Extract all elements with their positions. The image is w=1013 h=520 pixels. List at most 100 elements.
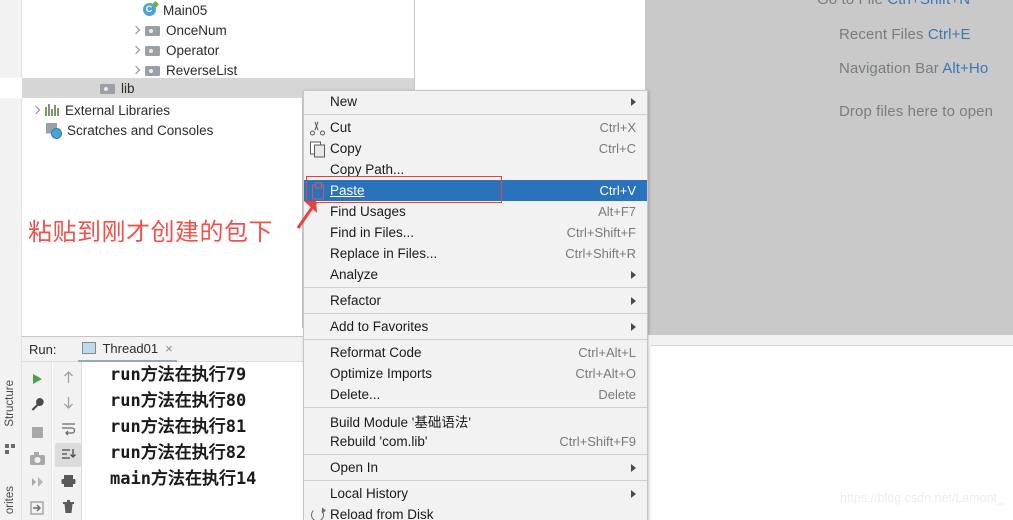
project-tree-top: C Main05 OnceNum Operator ReverseList <box>22 0 415 78</box>
menu-item-label: Refactor <box>330 293 382 308</box>
chevron-right-icon[interactable] <box>130 64 142 76</box>
chevron-right-icon[interactable] <box>130 24 142 36</box>
menu-item-label: Find in Files... <box>330 225 415 240</box>
camera-icon[interactable] <box>24 446 50 470</box>
menu-separator <box>304 480 647 481</box>
export-icon[interactable] <box>24 496 50 520</box>
menu-item-copy[interactable]: Copy Ctrl+C <box>304 138 647 159</box>
soft-wrap-icon[interactable] <box>55 417 81 441</box>
thread-dump-icon[interactable] <box>24 471 50 495</box>
menu-item-label: Build Module '基础语法' <box>330 414 471 430</box>
menu-item-cut[interactable]: Cut Ctrl+X <box>304 117 647 138</box>
print-icon[interactable] <box>55 469 81 493</box>
menu-item-paste[interactable]: Paste Ctrl+V <box>304 180 647 201</box>
menu-item-add-to-favorites[interactable]: Add to Favorites <box>304 316 647 337</box>
menu-item-label: New <box>330 94 358 109</box>
run-tool-window: Run: Thread01 × run方法在执行79 run方法在执行80 ru… <box>22 336 303 520</box>
menu-item-reload-from-disk[interactable]: Reload from Disk <box>304 504 647 520</box>
menu-item-label: Copy <box>330 141 362 156</box>
menu-item-label: Optimize Imports <box>330 366 433 381</box>
console-line: run方法在执行79 <box>110 365 247 385</box>
run-tab-thread01[interactable]: Thread01 × <box>78 337 177 362</box>
context-menu[interactable]: New Cut Ctrl+X Copy Ctrl+C Copy Path... … <box>303 90 648 520</box>
console-line: main方法在执行14 <box>110 469 257 489</box>
tree-item-main05[interactable]: C Main05 <box>142 0 207 20</box>
editor-hint-row-1: Navigation Bar Alt+Ho <box>839 60 988 77</box>
console-line: run方法在执行81 <box>110 417 247 437</box>
folder-icon <box>100 82 116 95</box>
run-right-toolbar <box>53 362 82 520</box>
menu-item-label: Analyze <box>330 267 379 282</box>
rerun-icon[interactable] <box>24 367 50 391</box>
tree-item-oncenum[interactable]: OnceNum <box>130 20 227 40</box>
menu-separator <box>304 454 647 455</box>
menu-item-refactor[interactable]: Refactor <box>304 290 647 311</box>
menu-item-find-in-files[interactable]: Find in Files... Ctrl+Shift+F <box>304 222 647 243</box>
tree-item-label: Operator <box>166 42 220 58</box>
menu-item-copy-path[interactable]: Copy Path... <box>304 159 647 180</box>
menu-item-shortcut: Ctrl+Shift+F9 <box>559 434 636 449</box>
chevron-right-icon <box>631 296 636 305</box>
watermark: https://blog.csdn.net/Lamont_ <box>840 491 1004 505</box>
tree-gutter-top <box>0 0 22 78</box>
menu-item-find-usages[interactable]: Find Usages Alt+F7 <box>304 201 647 222</box>
tree-item-label: Main05 <box>163 2 208 18</box>
menu-item-local-history[interactable]: Local History <box>304 483 647 504</box>
editor-hint-key: Ctrl+E <box>927 26 971 43</box>
menu-item-label: Delete... <box>330 387 381 402</box>
editor-hint-row-cut: Go to File Ctrl+Shift+N <box>817 0 970 8</box>
menu-item-replace-in-files[interactable]: Replace in Files... Ctrl+Shift+R <box>304 243 647 264</box>
menu-item-label: Rebuild 'com.lib' <box>330 434 428 449</box>
tree-item-operator[interactable]: Operator <box>130 40 219 60</box>
editor-hint-label: Recent Files <box>839 26 924 43</box>
favorites-tool-label[interactable]: orites <box>4 486 16 514</box>
menu-item-label: Cut <box>330 120 352 135</box>
tree-item-label: OnceNum <box>166 22 227 38</box>
run-config-icon <box>82 342 97 354</box>
settings-wrench-icon[interactable] <box>24 392 50 416</box>
menu-item-shortcut: Alt+F7 <box>598 204 636 219</box>
chevron-right-icon[interactable] <box>130 44 142 56</box>
arrow-down-icon[interactable] <box>55 390 81 414</box>
paste-icon <box>310 182 325 199</box>
menu-item-delete[interactable]: Delete... Delete <box>304 384 647 405</box>
folder-icon <box>145 24 161 37</box>
folder-icon <box>145 44 161 57</box>
editor-hint-row-0: Recent Files Ctrl+E <box>839 26 971 43</box>
stop-icon[interactable] <box>24 420 50 444</box>
menu-separator <box>304 114 647 115</box>
console-line: run方法在执行82 <box>110 443 247 463</box>
menu-item-label: Paste <box>330 183 365 198</box>
structure-tool-label[interactable]: Structure <box>4 380 16 427</box>
menu-item-reformat-code[interactable]: Reformat Code Ctrl+Alt+L <box>304 342 647 363</box>
menu-item-open-in[interactable]: Open In <box>304 457 647 478</box>
trash-icon[interactable] <box>55 495 81 519</box>
chevron-right-icon <box>631 489 636 498</box>
run-label: Run: <box>29 341 57 357</box>
chevron-right-icon[interactable] <box>30 104 42 116</box>
scroll-to-end-icon[interactable] <box>55 443 81 467</box>
menu-separator <box>304 287 647 288</box>
menu-item-analyze[interactable]: Analyze <box>304 264 647 285</box>
menu-item-build-module[interactable]: Build Module '基础语法' <box>304 410 647 431</box>
console-output[interactable]: run方法在执行79 run方法在执行80 run方法在执行81 run方法在执… <box>83 362 303 520</box>
menu-item-label: Replace in Files... <box>330 246 438 261</box>
editor-lower-strip <box>651 335 1013 346</box>
close-icon[interactable]: × <box>165 341 173 356</box>
tree-item-scratches-and-consoles[interactable]: Scratches and Consoles <box>46 120 213 140</box>
chevron-right-icon <box>631 463 636 472</box>
tree-item-reverselist[interactable]: ReverseList <box>130 60 237 80</box>
menu-item-shortcut: Delete <box>598 387 636 402</box>
menu-item-label: Add to Favorites <box>330 319 429 334</box>
menu-item-rebuild[interactable]: Rebuild 'com.lib' Ctrl+Shift+F9 <box>304 431 647 452</box>
menu-item-optimize-imports[interactable]: Optimize Imports Ctrl+Alt+O <box>304 363 647 384</box>
tree-item-label: lib <box>121 80 135 96</box>
menu-item-label: Copy Path... <box>330 162 405 177</box>
structure-icon[interactable] <box>5 444 16 455</box>
arrow-up-icon[interactable] <box>55 365 81 389</box>
editor-hint-key: Alt+Ho <box>942 60 989 77</box>
tree-item-external-libraries[interactable]: External Libraries <box>30 100 170 120</box>
menu-item-label: Find Usages <box>330 204 406 219</box>
tree-item-label: External Libraries <box>65 102 171 118</box>
menu-item-new[interactable]: New <box>304 91 647 112</box>
